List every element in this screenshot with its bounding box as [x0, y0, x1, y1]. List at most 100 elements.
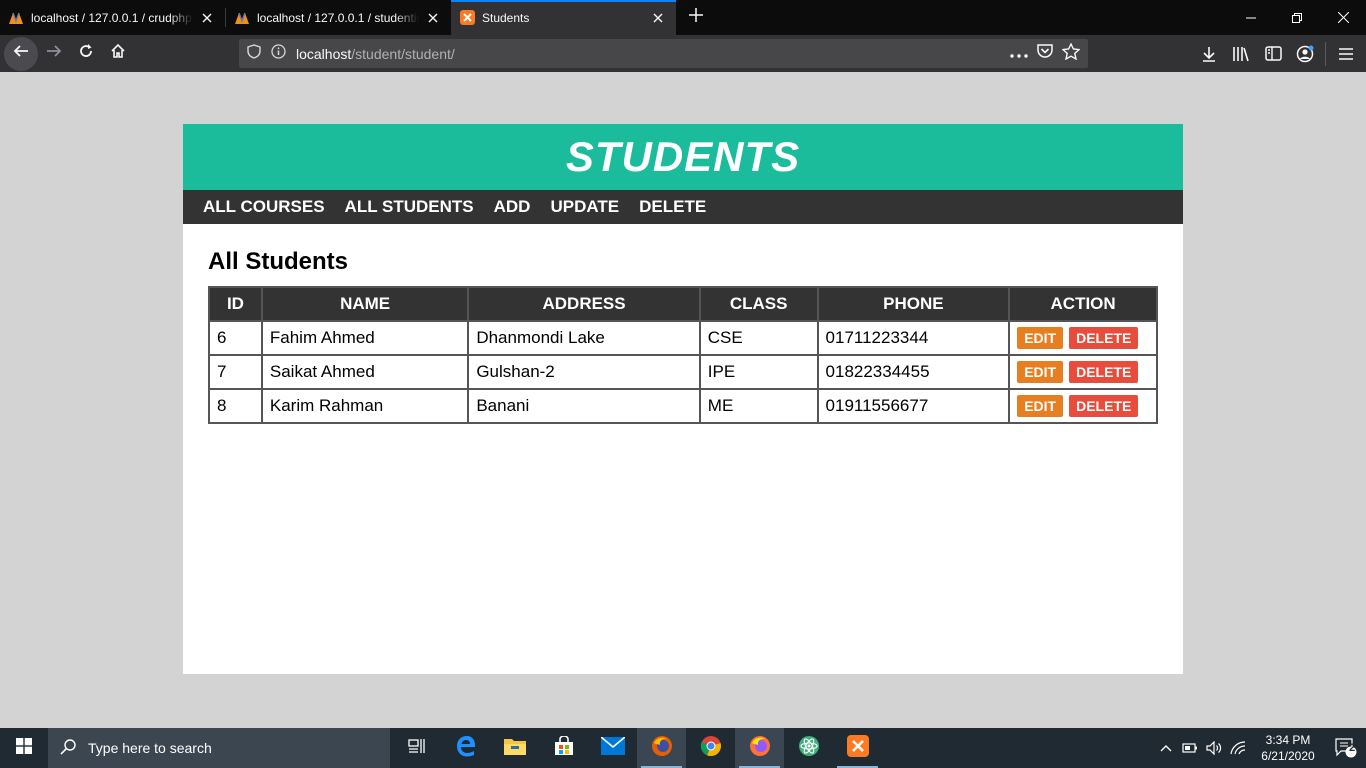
reload-button[interactable]	[70, 38, 102, 70]
cell-phone: 01822334455	[816, 354, 1011, 390]
url-bar[interactable]: localhost/student/student/	[239, 39, 1088, 68]
toolbar-divider	[1325, 41, 1326, 66]
cell-action: EDIT DELETE	[1008, 320, 1158, 356]
taskbar-chrome[interactable]	[686, 728, 735, 768]
tab-crudphp[interactable]: localhost / 127.0.0.1 / crudphp	[0, 0, 225, 35]
cell-phone: 01711223344	[816, 320, 1011, 356]
delete-button[interactable]: DELETE	[1069, 361, 1139, 383]
home-icon	[110, 43, 126, 64]
close-icon[interactable]	[650, 10, 666, 26]
clock[interactable]: 3:34 PM 6/21/2020	[1250, 732, 1326, 764]
bookmark-star-icon[interactable]	[1061, 41, 1081, 65]
firefox-icon	[749, 735, 771, 762]
start-button[interactable]	[0, 728, 48, 768]
taskbar-firefox[interactable]	[637, 728, 686, 768]
tab-students[interactable]: Students	[451, 0, 676, 35]
xampp-icon	[846, 734, 869, 762]
cell-name: Saikat Ahmed	[260, 354, 470, 390]
minimize-button[interactable]	[1228, 0, 1274, 35]
menu-all-students[interactable]: ALL STUDENTS	[345, 197, 474, 217]
main-content: All Students ID NAME ADDRESS CLASS PHONE…	[183, 224, 1183, 448]
edit-button[interactable]: EDIT	[1017, 395, 1064, 417]
volume-icon[interactable]	[1202, 728, 1226, 768]
plus-icon	[689, 8, 703, 27]
firefox-icon	[651, 735, 673, 762]
battery-icon[interactable]	[1178, 728, 1202, 768]
menu-update[interactable]: UPDATE	[550, 197, 619, 217]
header-banner: STUDENTS	[183, 124, 1183, 190]
taskbar-atom[interactable]	[784, 728, 833, 768]
taskbar-edge[interactable]	[441, 728, 490, 768]
search-placeholder: Type here to search	[88, 740, 212, 756]
taskbar: Type here to search 3:34 PM 6/21/2020 2	[0, 728, 1366, 768]
restore-button[interactable]	[1274, 0, 1320, 35]
tab-title: localhost / 127.0.0.1 / studentinfo	[257, 10, 419, 25]
taskbar-firefox-developer[interactable]	[735, 728, 784, 768]
menu-all-courses[interactable]: ALL COURSES	[203, 197, 325, 217]
window-controls	[1228, 0, 1366, 35]
header-class: CLASS	[698, 286, 819, 322]
tab-title: localhost / 127.0.0.1 / crudphp	[31, 10, 192, 25]
menu-add[interactable]: ADD	[494, 197, 531, 217]
tab-studentinfo[interactable]: localhost / 127.0.0.1 / studentinfo	[226, 0, 451, 35]
reload-icon	[78, 43, 94, 64]
close-window-button[interactable]	[1320, 0, 1366, 35]
wifi-icon[interactable]	[1226, 728, 1250, 768]
taskbar-store[interactable]	[539, 728, 588, 768]
windows-logo-icon	[16, 737, 32, 759]
back-button[interactable]	[4, 36, 38, 71]
cell-action: EDIT DELETE	[1008, 354, 1158, 390]
table-row: 6 Fahim Ahmed Dhanmondi Lake CSE 0171122…	[208, 320, 1158, 356]
cell-class: CSE	[698, 320, 819, 356]
sidebar-icon[interactable]	[1257, 38, 1289, 70]
main-menu: ALL COURSES ALL STUDENTS ADD UPDATE DELE…	[183, 190, 1183, 224]
edge-icon	[455, 735, 477, 762]
downloads-icon[interactable]	[1193, 38, 1225, 70]
header-phone: PHONE	[816, 286, 1011, 322]
notification-count: 2	[1349, 742, 1356, 754]
table-row: 7 Saikat Ahmed Gulshan-2 IPE 01822334455…	[208, 354, 1158, 390]
table-row: 8 Karim Rahman Banani ME 01911556677 EDI…	[208, 388, 1158, 424]
header-name: NAME	[260, 286, 470, 322]
close-icon[interactable]	[425, 10, 441, 26]
url-text[interactable]: localhost/student/student/	[296, 46, 455, 62]
delete-button[interactable]: DELETE	[1069, 327, 1139, 349]
menu-delete[interactable]: DELETE	[639, 197, 706, 217]
url-path: /student/student/	[351, 45, 455, 62]
cell-class: ME	[698, 388, 819, 424]
browser-toolbar: localhost/student/student/	[0, 35, 1366, 72]
info-icon[interactable]	[271, 43, 286, 64]
xampp-icon	[459, 10, 475, 26]
page-container: STUDENTS ALL COURSES ALL STUDENTS ADD UP…	[183, 124, 1183, 674]
account-icon[interactable]	[1289, 38, 1321, 70]
header-id: ID	[208, 286, 263, 322]
shield-icon[interactable]	[247, 43, 261, 64]
close-icon[interactable]	[199, 10, 215, 26]
folder-icon	[503, 737, 526, 760]
taskbar-xampp[interactable]	[833, 728, 882, 768]
store-bag-icon	[554, 734, 574, 761]
header-address: ADDRESS	[467, 286, 701, 322]
edit-button[interactable]: EDIT	[1017, 327, 1064, 349]
forward-button[interactable]	[38, 38, 70, 70]
show-hidden-icons-button[interactable]	[1154, 728, 1178, 768]
edit-button[interactable]: EDIT	[1017, 361, 1064, 383]
chrome-icon	[700, 735, 722, 762]
home-button[interactable]	[102, 38, 134, 70]
more-actions-icon[interactable]	[1010, 45, 1028, 63]
taskbar-mail[interactable]	[588, 728, 637, 768]
delete-button[interactable]: DELETE	[1069, 395, 1139, 417]
hamburger-menu-icon[interactable]	[1330, 38, 1362, 70]
taskbar-search[interactable]: Type here to search	[48, 728, 390, 768]
atom-icon	[798, 735, 820, 762]
cell-id: 8	[208, 388, 263, 424]
taskbar-file-explorer[interactable]	[490, 728, 539, 768]
library-icon[interactable]	[1225, 38, 1257, 70]
pocket-icon[interactable]	[1036, 43, 1054, 64]
clock-date: 6/21/2020	[1261, 749, 1315, 763]
task-view-button[interactable]	[392, 728, 441, 768]
action-center-button[interactable]: 2	[1326, 728, 1366, 768]
search-icon	[60, 738, 76, 758]
cell-address: Dhanmondi Lake	[467, 320, 701, 356]
new-tab-button[interactable]	[680, 0, 712, 35]
